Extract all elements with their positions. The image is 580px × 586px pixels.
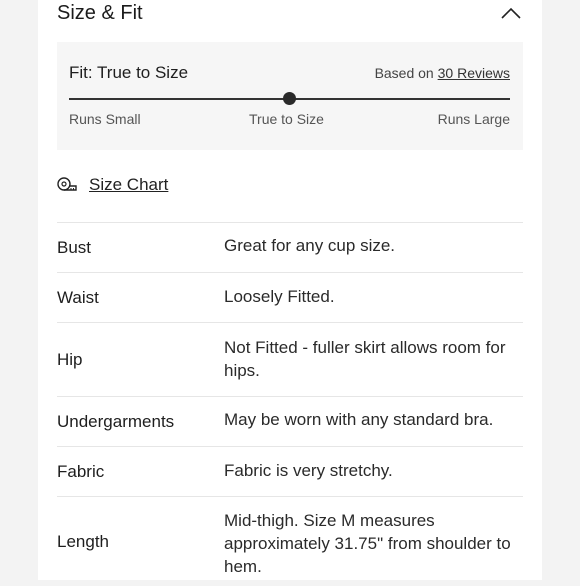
based-on-text: Based on [374, 65, 438, 81]
scale-label-runs-small: Runs Small [69, 111, 141, 127]
table-row: Length Mid-thigh. Size M measures approx… [57, 496, 523, 586]
fit-scale [69, 92, 510, 106]
chevron-up-icon[interactable] [501, 6, 521, 20]
row-value-bust: Great for any cup size. [224, 236, 396, 255]
fit-title: Fit: True to Size [69, 63, 189, 82]
size-chart-link[interactable]: Size Chart [57, 172, 168, 198]
table-row: Bust Great for any cup size. [57, 222, 523, 272]
table-row: Fabric Fabric is very stretchy. [57, 446, 523, 496]
row-label-undergarments: Undergarments [57, 411, 175, 431]
fit-scale-marker [283, 92, 296, 105]
row-label-length: Length [57, 531, 109, 551]
row-value-waist: Loosely Fitted. [224, 287, 335, 306]
fit-summary: Fit: True to Size Based on 30 Reviews Ru… [57, 42, 523, 150]
section-title: Size & Fit [57, 2, 143, 24]
row-value-length: Mid-thigh. Size M measures approximately… [224, 511, 511, 576]
row-value-fabric: Fabric is very stretchy. [224, 461, 393, 480]
reviews-link[interactable]: 30 Reviews [438, 65, 510, 81]
row-label-hip: Hip [57, 349, 83, 369]
row-value-undergarments: May be worn with any standard bra. [224, 410, 494, 429]
row-value-hip: Not Fitted - fuller skirt allows room fo… [224, 337, 506, 380]
row-label-fabric: Fabric [57, 461, 105, 481]
fit-details-table: Bust Great for any cup size. Waist Loose… [57, 222, 523, 586]
reviews-summary: Based on 30 Reviews [375, 65, 510, 81]
scale-label-true-to-size: True to Size [249, 111, 324, 127]
table-row: Waist Loosely Fitted. [57, 272, 523, 322]
scale-label-runs-large: Runs Large [437, 111, 510, 127]
table-row: Hip Not Fitted - fuller skirt allows roo… [57, 322, 523, 396]
row-label-waist: Waist [57, 287, 99, 307]
size-chart-label[interactable]: Size Chart [89, 175, 168, 195]
measuring-tape-icon [57, 177, 77, 191]
row-label-bust: Bust [57, 237, 92, 257]
table-row: Undergarments May be worn with any stand… [57, 396, 523, 446]
size-fit-header[interactable]: Size & Fit [57, 0, 523, 32]
